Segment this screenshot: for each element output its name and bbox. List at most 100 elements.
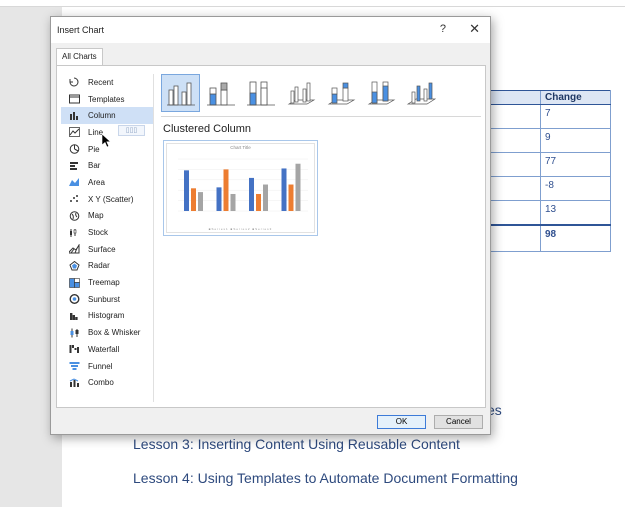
- ok-button[interactable]: OK: [377, 415, 426, 429]
- table-cell[interactable]: -8: [540, 176, 611, 201]
- box-whisker-chart-icon: [68, 327, 80, 338]
- preview-chart-plot: [178, 158, 308, 212]
- sidebar-item-area[interactable]: Area: [61, 174, 153, 191]
- document-top-strip: [0, 0, 625, 7]
- sidebar-item-bar[interactable]: Bar: [61, 157, 153, 174]
- pie-chart-icon: [68, 144, 80, 155]
- table-cell[interactable]: 77: [540, 152, 611, 177]
- 3d-percent-stacked-column-icon: [367, 81, 395, 105]
- preview-bar: [184, 170, 189, 211]
- map-chart-icon: [68, 210, 80, 221]
- preview-bar: [288, 184, 294, 211]
- percent-stacked-column-icon: [246, 81, 275, 106]
- preview-bar: [216, 187, 222, 211]
- close-button[interactable]: ✕: [469, 21, 480, 37]
- sidebar-item-funnel[interactable]: Funnel: [61, 358, 153, 375]
- preview-bar: [223, 169, 229, 211]
- table-cell[interactable]: 13: [540, 200, 611, 225]
- sidebar-item-box-whisker[interactable]: Box & Whisker: [61, 324, 153, 341]
- sidebar-item-templates[interactable]: Templates: [61, 91, 153, 108]
- lesson-4-heading[interactable]: Lesson 4: Using Templates to Automate Do…: [133, 470, 518, 486]
- subtype-name-label: Clustered Column: [163, 123, 252, 135]
- sidebar-item-sunburst[interactable]: Sunburst: [61, 291, 153, 308]
- subtype-clustered-column[interactable]: [161, 74, 200, 112]
- tab-all-charts[interactable]: All Charts: [56, 48, 103, 65]
- sidebar-item-label: Column: [88, 111, 116, 121]
- sidebar-item-label: Stock: [88, 228, 109, 238]
- area-chart-icon: [68, 177, 80, 188]
- lesson-3-heading[interactable]: Lesson 3: Inserting Content Using Reusab…: [133, 436, 460, 452]
- sidebar-item-surface[interactable]: Surface: [61, 241, 153, 258]
- surface-chart-icon: [68, 244, 80, 255]
- sidebar-item-label: Line: [88, 127, 104, 137]
- subtype-stacked-column[interactable]: [201, 74, 240, 112]
- preview-bar: [295, 163, 301, 211]
- sidebar-item-combo[interactable]: Combo: [61, 374, 153, 391]
- sidebar-item-label: Recent: [88, 77, 114, 87]
- table-cell[interactable]: 7: [540, 104, 611, 129]
- dialog-title: Insert Chart: [57, 25, 105, 35]
- funnel-chart-icon: [68, 361, 80, 372]
- preview-bar: [191, 188, 196, 211]
- column-subtype-gallery: [161, 74, 441, 112]
- templates-icon: [68, 94, 80, 105]
- sidebar-item-label: Sunburst: [88, 294, 121, 304]
- table-total-cell[interactable]: 98: [540, 223, 611, 252]
- sidebar-item-label: Treemap: [88, 278, 120, 288]
- sidebar-item-map[interactable]: Map: [61, 208, 153, 225]
- 3d-column-icon: [406, 82, 436, 105]
- sidebar-item-column[interactable]: Column: [61, 107, 153, 125]
- sidebar-item-label: Combo: [88, 378, 114, 388]
- sidebar-item-label: Bar: [88, 161, 101, 171]
- waterfall-chart-icon: [68, 344, 80, 355]
- clustered-column-icon: [166, 82, 195, 106]
- sidebar-item-scatter[interactable]: X Y (Scatter): [61, 191, 153, 208]
- gallery-divider: [161, 116, 481, 117]
- recent-icon: [68, 77, 80, 88]
- subtype-3d-clustered-column[interactable]: [281, 74, 320, 112]
- insert-chart-dialog: Insert Chart ? ✕ All Charts Recent Templa…: [50, 16, 491, 435]
- bar-chart-icon: [68, 160, 80, 171]
- dialog-titlebar[interactable]: Insert Chart ? ✕: [51, 17, 490, 43]
- preview-legend: ■Series1 ■Series2 ■Series3: [208, 227, 273, 231]
- preview-bar: [281, 168, 287, 211]
- sidebar-item-label: Histogram: [88, 311, 125, 321]
- sidebar-item-label: Waterfall: [88, 344, 120, 354]
- sidebar-item-histogram[interactable]: Histogram: [61, 308, 153, 325]
- panel-divider: [153, 74, 154, 402]
- cancel-button[interactable]: Cancel: [434, 415, 483, 429]
- sunburst-chart-icon: [68, 294, 80, 305]
- sidebar-item-recent[interactable]: Recent: [61, 74, 153, 91]
- column-chart-icon: [68, 110, 80, 121]
- subtype-3d-stacked-column[interactable]: [321, 74, 360, 112]
- sidebar-item-waterfall[interactable]: Waterfall: [61, 341, 153, 358]
- subtype-100-stacked-column[interactable]: [241, 74, 280, 112]
- preview-chart-title: Chart Title: [230, 145, 251, 150]
- chart-type-list: Recent Templates Column Line Pie Bar Area X Y (…: [61, 74, 153, 391]
- 3d-stacked-column-icon: [327, 82, 355, 105]
- treemap-chart-icon: [68, 277, 80, 288]
- sidebar-item-radar[interactable]: Radar: [61, 258, 153, 275]
- document-table: Change 7 9 77 -8 13 98: [487, 90, 611, 252]
- subtype-3d-100-stacked-column[interactable]: [361, 74, 400, 112]
- chart-preview[interactable]: Chart Title ■Series1 ■Series2 ■Series3: [163, 140, 318, 236]
- sidebar-item-label: Funnel: [88, 361, 113, 371]
- help-button[interactable]: ?: [440, 23, 446, 35]
- subtype-3d-column[interactable]: [401, 74, 440, 112]
- sidebar-item-stock[interactable]: Stock: [61, 224, 153, 241]
- combo-chart-icon: [68, 377, 80, 388]
- sidebar-item-label: Map: [88, 211, 104, 221]
- scatter-chart-icon: [68, 194, 80, 205]
- sidebar-item-label: Surface: [88, 244, 116, 254]
- sidebar-item-label: Area: [88, 177, 105, 187]
- 3d-clustered-column-icon: [287, 82, 315, 105]
- sidebar-item-label: Templates: [88, 94, 125, 104]
- radar-chart-icon: [68, 260, 80, 271]
- sidebar-item-label: Box & Whisker: [88, 328, 141, 338]
- stacked-column-icon: [206, 82, 235, 106]
- stock-chart-icon: [68, 227, 80, 238]
- sidebar-item-label: Radar: [88, 261, 110, 271]
- table-cell[interactable]: 9: [540, 128, 611, 153]
- sidebar-item-treemap[interactable]: Treemap: [61, 274, 153, 291]
- chart-panel: Recent Templates Column Line Pie Bar Area X Y (…: [56, 65, 486, 408]
